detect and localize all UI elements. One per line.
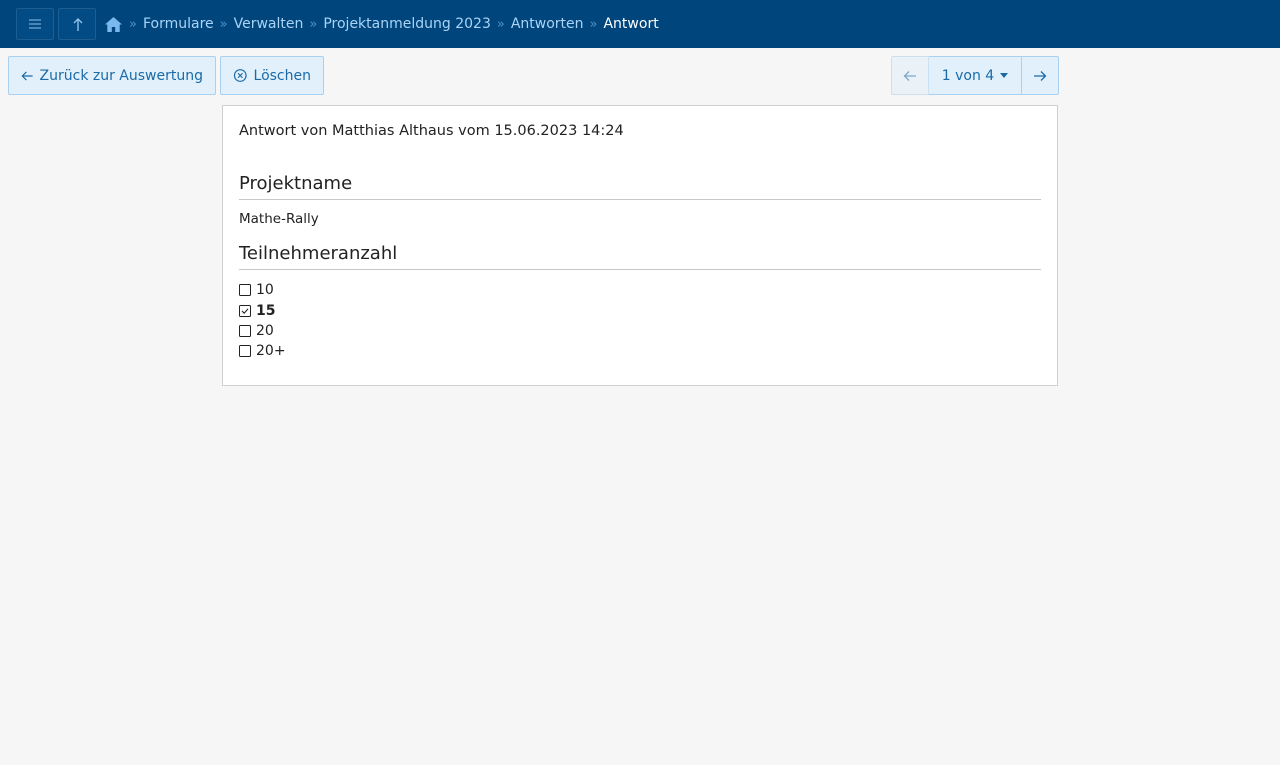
previous-button[interactable] — [891, 56, 929, 95]
option-label: 20 — [256, 322, 274, 339]
back-to-evaluation-button[interactable]: Zurück zur Auswertung — [8, 56, 216, 95]
delete-button[interactable]: Löschen — [220, 56, 324, 95]
checkbox-unchecked-icon — [239, 345, 251, 358]
up-arrow-icon — [73, 18, 83, 31]
arrow-right-icon — [1034, 70, 1047, 81]
menu-button[interactable] — [16, 8, 54, 40]
page-indicator: 1 von 4 — [941, 67, 995, 84]
options-list: 10 15 20 20+ — [239, 280, 1041, 362]
breadcrumb-antworten[interactable]: Antworten — [511, 16, 584, 32]
up-level-button[interactable] — [58, 8, 96, 40]
top-navigation-bar: » Formulare » Verwalten » Projektanmeldu… — [0, 0, 1280, 48]
breadcrumb-separator: » — [496, 16, 505, 32]
option-item-selected: 15 — [239, 300, 1041, 320]
checkbox-checked-icon — [239, 304, 251, 317]
back-button-label: Zurück zur Auswertung — [39, 67, 203, 84]
answer-projektname: Mathe-Rally — [239, 211, 319, 227]
breadcrumb-separator: » — [589, 16, 598, 32]
breadcrumb-verwalten[interactable]: Verwalten — [234, 16, 304, 32]
option-label: 20+ — [256, 343, 286, 360]
option-label: 15 — [256, 302, 276, 319]
next-button[interactable] — [1022, 56, 1059, 95]
pager: 1 von 4 — [891, 56, 1059, 95]
arrow-left-icon — [21, 71, 33, 80]
option-item: 20 — [239, 321, 1041, 341]
breadcrumb-separator: » — [309, 16, 318, 32]
breadcrumb-separator: » — [219, 16, 228, 32]
breadcrumb: » Formulare » Verwalten » Projektanmeldu… — [104, 0, 659, 48]
breadcrumb-current: Antwort — [603, 16, 659, 32]
option-item: 20+ — [239, 341, 1041, 361]
arrow-left-icon — [903, 70, 916, 81]
option-item: 10 — [239, 280, 1041, 300]
response-meta: Antwort von Matthias Althaus vom 15.06.2… — [239, 123, 624, 139]
response-card: Antwort von Matthias Althaus vom 15.06.2… — [222, 105, 1058, 386]
caret-down-icon — [1000, 73, 1009, 78]
section-title-projektname: Projektname — [239, 172, 1041, 200]
page-selector-dropdown[interactable]: 1 von 4 — [929, 56, 1022, 95]
breadcrumb-projektanmeldung[interactable]: Projektanmeldung 2023 — [323, 16, 491, 32]
option-label: 10 — [256, 282, 274, 299]
delete-button-label: Löschen — [253, 67, 311, 84]
breadcrumb-formulare[interactable]: Formulare — [143, 16, 214, 32]
breadcrumb-separator: » — [129, 16, 137, 32]
close-circle-icon — [233, 69, 247, 82]
menu-icon — [29, 19, 41, 29]
section-title-teilnehmeranzahl: Teilnehmeranzahl — [239, 242, 1041, 270]
checkbox-unchecked-icon — [239, 284, 251, 297]
checkbox-unchecked-icon — [239, 324, 251, 337]
home-icon[interactable] — [104, 16, 123, 33]
